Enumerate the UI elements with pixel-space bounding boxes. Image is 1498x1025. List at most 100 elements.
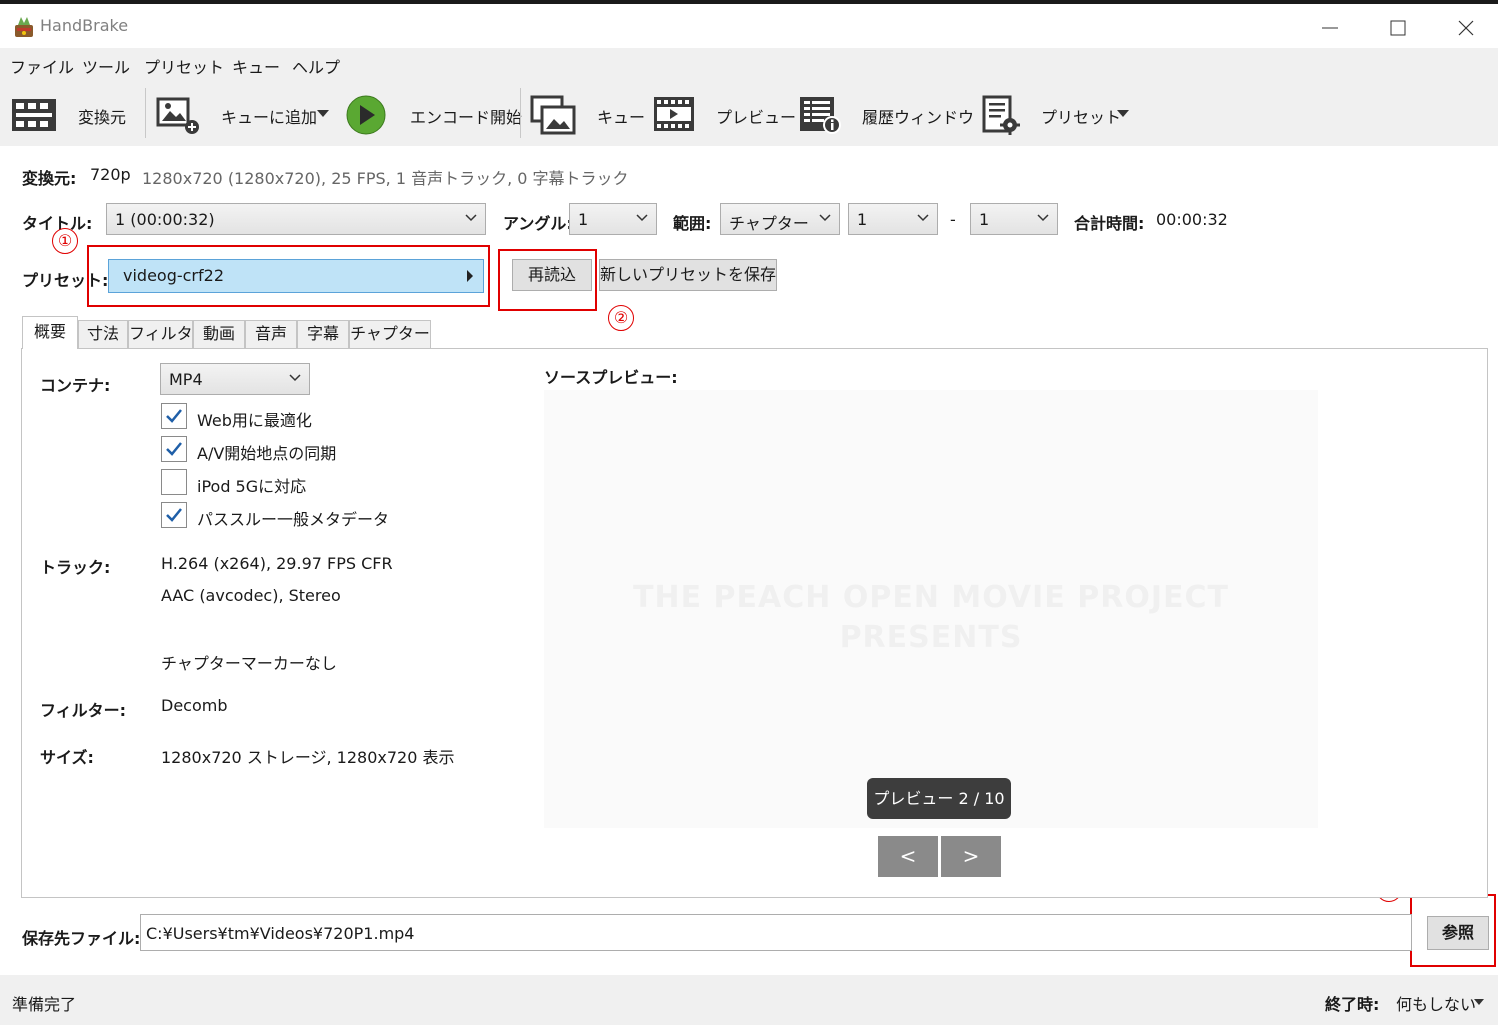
- tab-chapters[interactable]: チャプター: [349, 320, 431, 348]
- add-queue-dropdown-icon[interactable]: [317, 110, 329, 117]
- tab-filters[interactable]: フィルタ: [128, 320, 193, 348]
- tab-summary[interactable]: 概要: [22, 316, 78, 349]
- annotation-box-1: [87, 245, 490, 307]
- ipod-5g-checkbox[interactable]: [161, 469, 187, 495]
- status-text: 準備完了: [12, 995, 77, 1014]
- passthru-metadata-label: パススルー一般メタデータ: [197, 510, 390, 529]
- toolbar-queue-label[interactable]: キュー: [597, 104, 645, 128]
- queue-icon[interactable]: [530, 95, 578, 135]
- web-optimized-label: Web用に最適化: [197, 411, 312, 430]
- container-label: コンテナ:: [40, 376, 111, 395]
- toolbar-separator: [145, 88, 146, 138]
- preview-next-button[interactable]: >: [941, 836, 1001, 877]
- tab-video[interactable]: 動画: [193, 320, 245, 348]
- menu-help[interactable]: ヘルプ: [292, 54, 340, 78]
- track-audio: AAC (avcodec), Stereo: [161, 586, 341, 605]
- tab-subtitles[interactable]: 字幕: [297, 320, 349, 348]
- chevron-down-icon: [819, 214, 831, 222]
- when-done-dropdown-icon[interactable]: [1474, 999, 1484, 1005]
- close-button[interactable]: [1434, 8, 1498, 48]
- chevron-down-icon: [465, 214, 477, 222]
- destination-path-input[interactable]: C:¥Users¥tm¥Videos¥720P1.mp4: [140, 914, 1412, 951]
- toolbar: 変換元 キューに追加 エンコード開始 キュー プレビュー 履歴ウィンドウ プリセ…: [0, 80, 1498, 146]
- size-value: 1280x720 ストレージ, 1280x720 表示: [161, 748, 455, 767]
- annotation-number-1: ①: [52, 228, 78, 254]
- container-select[interactable]: MP4: [160, 363, 310, 395]
- toolbar-activity-label[interactable]: 履歴ウィンドウ: [862, 104, 974, 128]
- presets-gear-icon[interactable]: [980, 95, 1028, 135]
- passthru-metadata-checkbox[interactable]: [161, 502, 187, 528]
- menu-queue[interactable]: キュー: [232, 54, 280, 78]
- film-clapper-icon[interactable]: [10, 95, 58, 135]
- close-icon: [1458, 20, 1474, 36]
- preview-prev-button[interactable]: <: [878, 836, 938, 877]
- preview-ghost-text: THE PEACH OPEN MOVIE PROJECT: [633, 580, 1229, 615]
- chevron-down-icon: [917, 214, 929, 222]
- presets-dropdown-icon[interactable]: [1117, 110, 1129, 117]
- checkmark-icon: [166, 442, 182, 456]
- range-label: 範囲:: [673, 214, 712, 233]
- range-dash: -: [950, 210, 956, 229]
- chevron-down-icon: [636, 214, 648, 222]
- filters-value: Decomb: [161, 696, 228, 715]
- menu-bar: ファイル ツール プリセット キュー ヘルプ: [0, 48, 1498, 80]
- range-start-select[interactable]: 1: [848, 203, 938, 235]
- angle-select[interactable]: 1: [569, 203, 657, 235]
- tracks-label: トラック:: [40, 558, 111, 577]
- destination-label: 保存先ファイル:: [22, 929, 141, 948]
- size-label: サイズ:: [40, 748, 94, 767]
- preview-film-icon[interactable]: [652, 95, 700, 135]
- av-align-label: A/V開始地点の同期: [197, 444, 337, 463]
- source-preview-label: ソースプレビュー:: [544, 368, 678, 387]
- menu-tools[interactable]: ツール: [82, 54, 130, 78]
- av-align-checkbox[interactable]: [161, 436, 187, 462]
- preview-counter: プレビュー 2 / 10: [867, 778, 1011, 819]
- source-name: 720p: [90, 165, 131, 184]
- start-encode-icon[interactable]: [344, 95, 392, 135]
- minimize-button[interactable]: [1298, 8, 1362, 48]
- when-done-label: 終了時:: [1325, 995, 1380, 1014]
- toolbar-preview-label[interactable]: プレビュー: [716, 104, 796, 128]
- browse-button[interactable]: 参照: [1427, 916, 1489, 950]
- handbrake-logo-icon: [12, 15, 36, 39]
- save-new-preset-button[interactable]: 新しいプリセットを保存: [599, 259, 777, 291]
- annotation-box-2: [498, 249, 597, 311]
- filters-label: フィルター:: [40, 701, 127, 720]
- menu-presets[interactable]: プリセット: [144, 54, 224, 78]
- tab-audio[interactable]: 音声: [245, 320, 297, 348]
- track-video: H.264 (x264), 29.97 FPS CFR: [161, 554, 393, 573]
- app-title: HandBrake: [40, 16, 129, 35]
- menu-file[interactable]: ファイル: [10, 54, 74, 78]
- preview-image: THE PEACH OPEN MOVIE PROJECT PRESENTS: [544, 390, 1318, 828]
- range-type-select[interactable]: チャプター: [720, 203, 840, 235]
- checkmark-icon: [166, 508, 182, 522]
- chevron-down-icon: [1037, 214, 1049, 222]
- when-done-value[interactable]: 何もしない: [1396, 991, 1476, 1015]
- add-to-queue-icon[interactable]: [154, 95, 202, 135]
- track-chapters: チャプターマーカーなし: [161, 654, 337, 673]
- source-label: 変換元:: [22, 169, 77, 188]
- toolbar-add-queue-label[interactable]: キューに追加: [221, 104, 317, 128]
- maximize-button[interactable]: [1366, 8, 1430, 48]
- duration-label: 合計時間:: [1074, 214, 1145, 233]
- activity-log-icon[interactable]: [798, 95, 846, 135]
- angle-label: アングル:: [503, 214, 573, 233]
- range-end-select[interactable]: 1: [970, 203, 1058, 235]
- annotation-number-2: ②: [608, 305, 634, 331]
- maximize-icon: [1390, 20, 1406, 36]
- toolbar-presets-label[interactable]: プリセット: [1041, 104, 1121, 128]
- toolbar-separator: [520, 88, 521, 138]
- ipod-5g-label: iPod 5Gに対応: [197, 477, 307, 496]
- toolbar-start-encode-label[interactable]: エンコード開始: [410, 104, 522, 128]
- preview-ghost-text: PRESENTS: [839, 620, 1023, 655]
- source-details: 1280x720 (1280x720), 25 FPS, 1 音声トラック, 0…: [142, 169, 629, 188]
- checkmark-icon: [166, 409, 182, 423]
- title-bar: HandBrake: [0, 4, 1498, 48]
- duration-value: 00:00:32: [1156, 210, 1228, 229]
- tab-dimensions[interactable]: 寸法: [78, 320, 128, 348]
- minimize-icon: [1322, 27, 1338, 29]
- toolbar-source-label[interactable]: 変換元: [78, 104, 126, 128]
- chevron-down-icon: [289, 374, 301, 382]
- title-select[interactable]: 1 (00:00:32): [106, 203, 486, 235]
- web-optimized-checkbox[interactable]: [161, 403, 187, 429]
